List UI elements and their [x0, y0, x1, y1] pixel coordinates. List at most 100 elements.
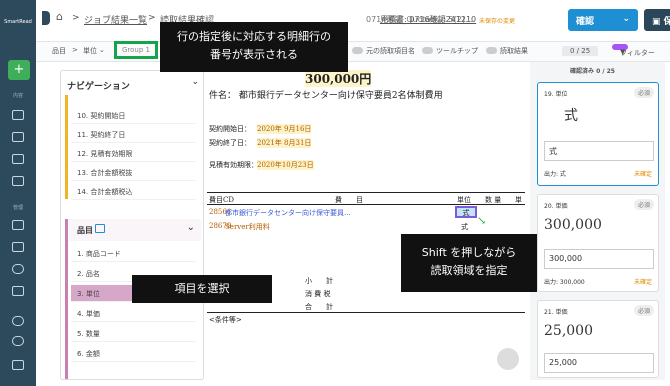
- tooltip-toggle[interactable]: [422, 47, 433, 54]
- breadcrumb-parent[interactable]: ジョブ結果一覧: [84, 13, 147, 26]
- card-preview: 式: [564, 108, 578, 124]
- line-item-name[interactable]: 都市銀行データセンター向け保守要員...: [225, 208, 425, 218]
- confirm-label: 確認: [576, 17, 595, 27]
- rawname-toggle[interactable]: [352, 47, 363, 54]
- nav-item[interactable]: 11. 契約終了日: [71, 126, 196, 143]
- nav-item[interactable]: 1. 商品コード: [71, 245, 196, 262]
- result-toggle[interactable]: [486, 47, 497, 54]
- table-rule: [207, 192, 525, 193]
- nav-item[interactable]: 6. 金額: [71, 345, 196, 362]
- unit-selection-box[interactable]: 式: [455, 206, 477, 218]
- field-card-price-2[interactable]: 21. 単価 必須 25,000 25,000: [537, 300, 659, 378]
- card-preview: 25,000: [544, 323, 593, 339]
- rail-section-label: 管理: [12, 205, 23, 211]
- confirm-button[interactable]: 確認 ⌄: [568, 9, 638, 31]
- line-unit[interactable]: 式: [461, 222, 468, 232]
- confirmed-count: 0 / 25: [562, 46, 599, 56]
- table-rule: [207, 204, 525, 205]
- result-label: 読取結果: [500, 47, 528, 55]
- chevron-down-icon[interactable]: ⌄: [187, 222, 195, 233]
- tax-label: 消 費 税: [305, 290, 331, 298]
- breadcrumb-separator: >: [72, 13, 80, 23]
- unsaved-status: 未保存の変更: [479, 18, 516, 25]
- end-date-field[interactable]: 2021年 8月31日: [257, 138, 312, 148]
- file-name[interactable]: 見積書: 0716確認241210: [380, 14, 476, 25]
- card-output: 出力: 式: [544, 171, 566, 178]
- document-icon[interactable]: [12, 154, 24, 164]
- cursor-arrow-icon: ↘: [477, 214, 487, 227]
- home-icon[interactable]: ⌂: [56, 10, 63, 23]
- required-badge: 必須: [633, 87, 654, 98]
- nav-item[interactable]: 4. 単価: [71, 305, 196, 322]
- navigation-panel: ナビゲーション ⌄ 10. 契約開始日 11. 契約終了日 12. 見積有効期限…: [60, 70, 204, 380]
- field-card-unit[interactable]: 19. 単位 必須 式 式 出力: 式 未確定: [537, 82, 659, 186]
- valid-date-field[interactable]: 2020年10月23日: [257, 160, 314, 170]
- chevron-down-icon[interactable]: ⌄: [191, 77, 199, 87]
- filter-label: フィルター: [620, 49, 655, 57]
- add-button[interactable]: +: [8, 60, 30, 80]
- callout-row-number: 行の指定後に対応する明細行の 番号が表示される: [160, 22, 348, 72]
- card-status: 未確定: [633, 279, 652, 286]
- section-marker: [65, 219, 68, 379]
- confirmed-header: 確認済み 0 / 25: [570, 68, 615, 75]
- collapse-handle[interactable]: [42, 11, 50, 25]
- table-rule: [207, 312, 525, 313]
- card-title: 21. 単価: [544, 309, 568, 316]
- logout-icon[interactable]: [12, 360, 24, 370]
- settings-icon[interactable]: [12, 316, 24, 326]
- top-bar: ⌂ > ジョブ結果一覧 > 読取結果確認 0714確認_Quotation 5(…: [36, 0, 670, 42]
- card-status: 未確定: [633, 171, 652, 178]
- group-highlight: [114, 41, 158, 59]
- save-label: 保存: [663, 17, 670, 27]
- users-icon[interactable]: [12, 220, 24, 230]
- nav-item[interactable]: 13. 合計金額税抜: [71, 164, 196, 181]
- field-card-price[interactable]: 20. 単価 必須 300,000 300,000 出力: 300,000 未確…: [537, 194, 659, 292]
- tooltip-label: ツールチップ: [436, 47, 478, 55]
- conditions-label: <条件等>: [209, 316, 242, 324]
- nav-item[interactable]: 5. 数量: [71, 325, 196, 342]
- rawname-label: 元の読取項目名: [366, 47, 415, 55]
- required-badge: 必須: [633, 305, 654, 316]
- valid-label: 見積有効期限：: [209, 161, 258, 169]
- document-viewer: 300,000円 件名： 都市銀行データセンター向け保守要員2名体制費用 契約開…: [205, 62, 525, 380]
- grid-icon[interactable]: [12, 132, 24, 142]
- chart-icon[interactable]: [12, 264, 24, 274]
- line-item-name[interactable]: Server利用料: [225, 222, 270, 232]
- card-value-input[interactable]: 300,000: [544, 249, 654, 269]
- total-label: 合 計: [305, 303, 333, 311]
- nav-item[interactable]: 12. 見積有効期限: [71, 145, 196, 162]
- card-title: 20. 単価: [544, 203, 568, 210]
- table-icon: [95, 224, 105, 233]
- card-value-input[interactable]: 25,000: [544, 353, 654, 373]
- unit-dropdown[interactable]: 単位: [83, 46, 97, 56]
- card-preview: 300,000: [544, 217, 602, 233]
- nav-item[interactable]: 14. 合計金額税込: [71, 183, 196, 200]
- callout-shift-select: Shift を押しながら 読取領域を指定: [401, 234, 537, 292]
- subject-text: 件名： 都市銀行データセンター向け保守要員2名体制費用: [209, 91, 443, 101]
- list-icon[interactable]: [12, 110, 24, 120]
- card-title: 19. 単位: [544, 91, 568, 98]
- breadcrumb-separator: >: [148, 13, 156, 23]
- start-date-field[interactable]: 2020年 9月16日: [257, 124, 312, 134]
- image-icon[interactable]: [12, 242, 24, 252]
- file-icon[interactable]: [12, 176, 24, 186]
- keyboard-icon[interactable]: [497, 348, 519, 370]
- navigation-title: ナビゲーション: [67, 82, 130, 92]
- card-value-input[interactable]: 式: [544, 141, 654, 161]
- start-label: 契約開始日：: [209, 125, 251, 133]
- amount-field[interactable]: 300,000円: [305, 70, 372, 87]
- right-panel: 確認済み 0 / 25 19. 単位 必須 式 式 出力: 式 未確定 20. …: [530, 62, 665, 380]
- breadcrumb-item[interactable]: 品目: [52, 46, 66, 56]
- save-button[interactable]: ▣ 保存: [644, 9, 670, 31]
- help-icon[interactable]: [12, 336, 24, 346]
- callout-select-item: 項目を選択: [132, 275, 272, 303]
- section-marker: [65, 95, 68, 199]
- breadcrumb-separator: >: [72, 46, 78, 54]
- end-label: 契約終了日：: [209, 139, 251, 147]
- filter-button[interactable]: ▼ フィルター: [612, 44, 655, 57]
- app-logo: SmartRead: [4, 19, 32, 25]
- chevron-down-icon: ⌄: [99, 46, 105, 54]
- table-icon[interactable]: [12, 286, 24, 296]
- app-rail: SmartRead + 内容 管理: [0, 0, 36, 386]
- nav-item[interactable]: 10. 契約開始日: [71, 107, 196, 124]
